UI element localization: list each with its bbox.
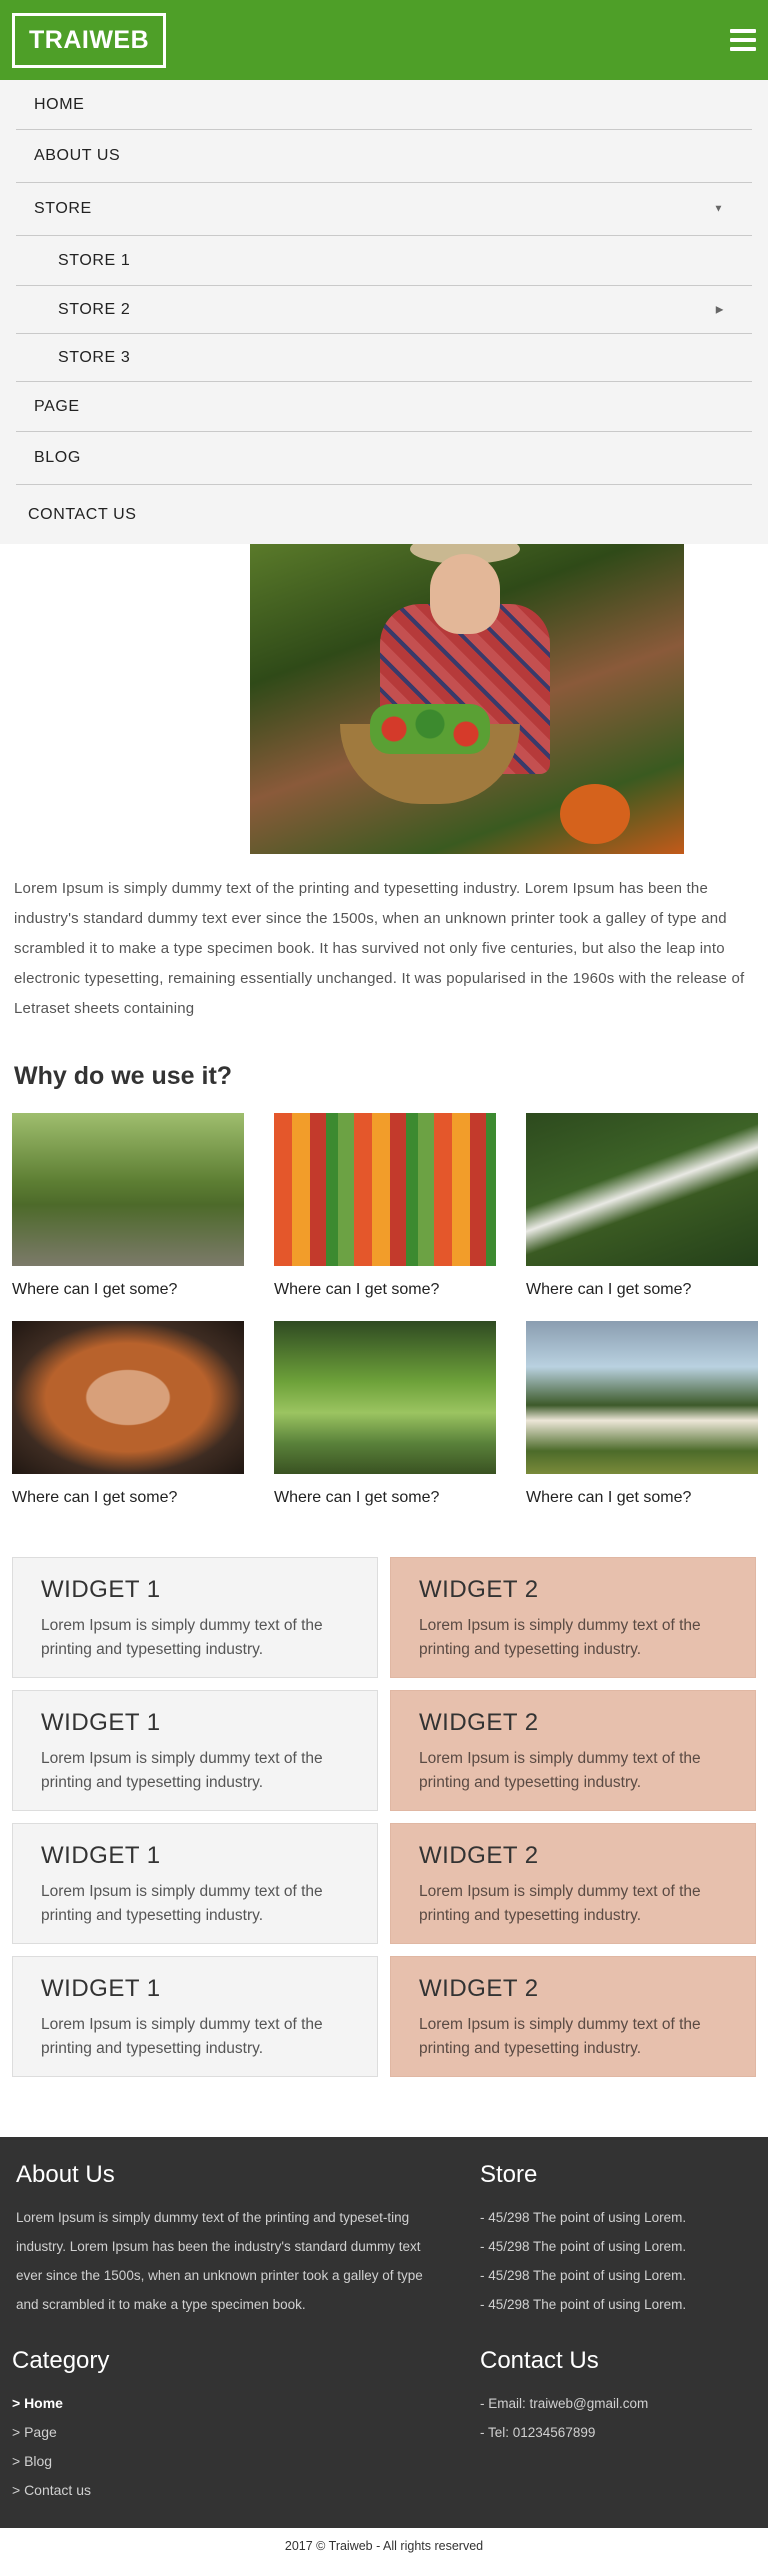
nav-item-contact-us[interactable]: CONTACT US xyxy=(16,485,752,544)
gallery-caption-link[interactable]: Where can I get some? xyxy=(12,1281,244,1299)
nav-item-label: STORE 2 xyxy=(58,300,131,318)
gallery-image-rice-field[interactable] xyxy=(274,1321,496,1474)
footer-link-home[interactable]: > Home xyxy=(12,2389,312,2418)
footer-link-contact-us[interactable]: > Contact us xyxy=(12,2476,312,2505)
gallery-image-beekeeper[interactable] xyxy=(526,1113,758,1266)
site-logo[interactable]: TRAIWEB xyxy=(12,12,167,68)
footer-contact-title: Contact Us xyxy=(480,2347,599,2374)
footer-contact-email[interactable]: - Email: traiweb@gmail.com xyxy=(480,2389,750,2418)
footer-about: About Us Lorem Ipsum is simply dummy tex… xyxy=(16,2161,436,2319)
widget-1: WIDGET 1 Lorem Ipsum is simply dummy text… xyxy=(12,1823,378,1944)
widget-title: WIDGET 1 xyxy=(41,1709,161,1736)
chevron-down-icon[interactable]: ▼ xyxy=(714,204,725,215)
widget-title: WIDGET 1 xyxy=(41,1842,161,1869)
widget-title: WIDGET 2 xyxy=(419,1975,539,2002)
footer-store-item: - 45/298 The point of using Lorem. xyxy=(480,2268,687,2283)
gallery-caption-link[interactable]: Where can I get some? xyxy=(526,1489,758,1507)
gallery-item: Where can I get some? xyxy=(12,1321,244,1507)
nav-item-label: STORE 3 xyxy=(58,348,131,366)
nav-item-label: CONTACT US xyxy=(28,505,137,523)
footer-store-item: - 45/298 The point of using Lorem. xyxy=(480,2210,687,2225)
footer-store: Store - 45/298 The point of using Lorem.… xyxy=(480,2161,750,2319)
gallery-caption-link[interactable]: Where can I get some? xyxy=(12,1489,244,1507)
gallery-grid: Where can I get some? Where can I get so… xyxy=(0,1091,768,1529)
footer-contact-list: - Email: traiweb@gmail.com - Tel: 012345… xyxy=(480,2389,750,2447)
footer-store-item: - 45/298 The point of using Lorem. xyxy=(480,2239,687,2254)
nav-item-blog[interactable]: BLOG xyxy=(16,432,752,485)
widget-1: WIDGET 1 Lorem Ipsum is simply dummy text… xyxy=(12,1956,378,2077)
nav-item-about-us[interactable]: ABOUT US xyxy=(16,130,752,183)
gallery-image-cows[interactable] xyxy=(526,1321,758,1474)
nav-item-store-3[interactable]: STORE 3 xyxy=(16,334,752,382)
hero xyxy=(0,544,768,854)
widget-title: WIDGET 2 xyxy=(419,1709,539,1736)
footer-about-text: Lorem Ipsum is simply dummy text of the … xyxy=(16,2210,423,2312)
gallery-item: Where can I get some? xyxy=(526,1321,758,1507)
footer-category: Category > Home > Page > Blog > Contact … xyxy=(12,2347,312,2505)
widget-1: WIDGET 1 Lorem Ipsum is simply dummy text… xyxy=(12,1690,378,1811)
widget-text: Lorem Ipsum is simply dummy text of the … xyxy=(41,2016,323,2057)
gallery-item: Where can I get some? xyxy=(274,1321,496,1507)
nav-item-home[interactable]: HOME xyxy=(16,80,752,130)
hero-image-farmer xyxy=(250,544,684,854)
widget-text: Lorem Ipsum is simply dummy text of the … xyxy=(419,2016,701,2057)
nav-item-label: PAGE xyxy=(34,397,80,415)
footer-contact: Contact Us - Email: traiweb@gmail.com - … xyxy=(480,2347,750,2447)
widget-2: WIDGET 2 Lorem Ipsum is simply dummy text… xyxy=(390,1690,756,1811)
footer-store-list: - 45/298 The point of using Lorem. - 45/… xyxy=(480,2203,750,2319)
widget-text: Lorem Ipsum is simply dummy text of the … xyxy=(41,1750,323,1791)
main-nav: HOME ABOUT US STORE ▼ STORE 1 STORE 2 ▶ ST… xyxy=(0,80,768,544)
nav-item-label: STORE xyxy=(34,200,92,217)
footer-category-list: > Home > Page > Blog > Contact us xyxy=(12,2389,312,2505)
widget-text: Lorem Ipsum is simply dummy text of the … xyxy=(41,1883,323,1924)
footer-store-title: Store xyxy=(480,2161,538,2188)
gallery-item: Where can I get some? xyxy=(274,1113,496,1299)
nav-item-store-1[interactable]: STORE 1 xyxy=(16,236,752,286)
widget-text: Lorem Ipsum is simply dummy text of the … xyxy=(41,1617,323,1658)
gallery-item: Where can I get some? xyxy=(12,1113,244,1299)
widget-title: WIDGET 1 xyxy=(41,1975,161,2002)
footer-link-blog[interactable]: > Blog xyxy=(12,2447,312,2476)
intro-paragraph: Lorem Ipsum is simply dummy text of the … xyxy=(14,880,745,1017)
gallery-image-carrots[interactable] xyxy=(12,1321,244,1474)
gallery-image-market[interactable] xyxy=(274,1113,496,1266)
nav-item-label: HOME xyxy=(34,95,85,113)
gallery-caption-link[interactable]: Where can I get some? xyxy=(526,1281,758,1299)
site-footer: About Us Lorem Ipsum is simply dummy tex… xyxy=(0,2137,768,2528)
widget-2: WIDGET 2 Lorem Ipsum is simply dummy text… xyxy=(390,1823,756,1944)
chevron-right-icon[interactable]: ▶ xyxy=(716,304,724,315)
widget-2: WIDGET 2 Lorem Ipsum is simply dummy text… xyxy=(390,1956,756,2077)
nav-item-label: STORE 1 xyxy=(58,251,131,269)
gallery-image-cart[interactable] xyxy=(12,1113,244,1266)
nav-item-label: BLOG xyxy=(34,449,81,466)
footer-category-title: Category xyxy=(12,2347,110,2374)
gallery-caption-link[interactable]: Where can I get some? xyxy=(274,1489,496,1507)
widget-title: WIDGET 2 xyxy=(419,1842,539,1869)
widget-title: WIDGET 2 xyxy=(419,1576,539,1603)
footer-store-item: - 45/298 The point of using Lorem. xyxy=(480,2297,687,2312)
widget-text: Lorem Ipsum is simply dummy text of the … xyxy=(419,1617,701,1658)
footer-about-title: About Us xyxy=(16,2161,115,2188)
widget-text: Lorem Ipsum is simply dummy text of the … xyxy=(419,1750,701,1791)
footer-link-page[interactable]: > Page xyxy=(12,2418,312,2447)
widgets-grid: WIDGET 1 Lorem Ipsum is simply dummy text… xyxy=(0,1529,768,2077)
page: TRAIWEB HOME ABOUT US STORE ▼ STORE 1 STO… xyxy=(0,0,768,2564)
site-header: TRAIWEB xyxy=(0,0,768,80)
gallery-item: Where can I get some? xyxy=(526,1113,758,1299)
copyright-text: 2017 © Traiweb - All rights reserved xyxy=(0,2528,768,2564)
nav-item-store-2[interactable]: STORE 2 ▶ xyxy=(16,286,752,334)
hamburger-menu-icon[interactable] xyxy=(730,29,756,51)
section-title: Why do we use it? xyxy=(14,1062,233,1090)
widget-2: WIDGET 2 Lorem Ipsum is simply dummy text… xyxy=(390,1557,756,1678)
nav-item-store[interactable]: STORE ▼ xyxy=(16,183,752,236)
widget-title: WIDGET 1 xyxy=(41,1576,161,1603)
widget-1: WIDGET 1 Lorem Ipsum is simply dummy text… xyxy=(12,1557,378,1678)
footer-contact-tel[interactable]: - Tel: 01234567899 xyxy=(480,2418,750,2447)
widget-text: Lorem Ipsum is simply dummy text of the … xyxy=(419,1883,701,1924)
gallery-caption-link[interactable]: Where can I get some? xyxy=(274,1281,496,1299)
nav-item-label: ABOUT US xyxy=(34,147,121,164)
nav-item-page[interactable]: PAGE xyxy=(16,382,752,432)
